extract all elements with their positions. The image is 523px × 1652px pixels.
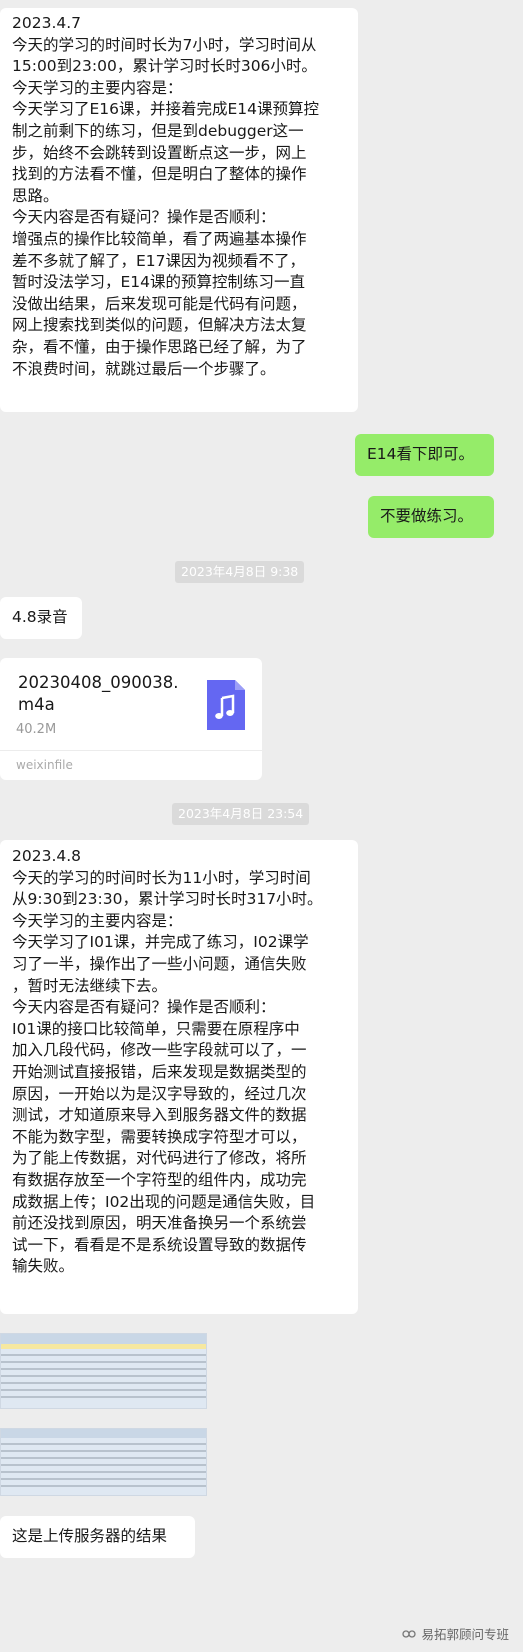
text-line: 找到的方法看不懂，但是明白了整体的操作 (12, 165, 307, 184)
watermark: 易拓郭顾问专班 (401, 1624, 509, 1643)
file-source: weixinfile (16, 758, 73, 772)
timestamp: 2023年4月8日 23:54 (172, 803, 310, 825)
text-line: 加入几段代码，修改一些字段就可以了，一 (12, 1041, 307, 1060)
message-text: 2023.4.7 今天的学习的时间时长为7小时，学习时间从 15:00到23:00，… (12, 13, 358, 380)
text-line: 不浪费时间，就跳过最后一个步骤了。 (12, 359, 276, 378)
reply-bubble-e14[interactable]: E14看下即可。 (355, 434, 494, 476)
text-line: I01课的接口比较简单，只需要在原程序中 (12, 1019, 300, 1038)
reply-text: 不要做练习。 (380, 507, 474, 526)
text-line: 从9:30到23:30，累计学习时长时317小时。 (12, 890, 323, 909)
text-line: 成数据上传；I02出现的问题是通信失败，目 (12, 1192, 316, 1211)
message-bubble-2023-4-7[interactable]: 2023.4.7 今天的学习的时间时长为7小时，学习时间从 15:00到23:00，… (0, 8, 358, 412)
text-line: 差不多就了解了，E17课因为视频看不了， (12, 251, 306, 270)
message-text: 2023.4.8 今天的学习的时间时长为11小时，学习时间 从9:30到23:30，… (12, 846, 358, 1278)
text-line: 制之前剩下的练习，但是到debugger这一 (12, 121, 304, 140)
message-text: 4.8录音 (12, 608, 68, 627)
reply-text: E14看下即可。 (367, 445, 475, 464)
text-line: 原因，一开始以为是汉字导致的，经过几次 (12, 1084, 307, 1103)
text-line: 杂，看不懂，由于操作思路已经了解，为了 (12, 337, 307, 356)
message-bubble-2023-4-8[interactable]: 2023.4.8 今天的学习的时间时长为11小时，学习时间 从9:30到23:30，… (0, 840, 358, 1314)
text-line: 不能为数字型，需要转换成字符型才可以， (12, 1127, 307, 1146)
file-size: 40.2M (16, 722, 57, 737)
text-line: 今天学习的主要内容是： (12, 911, 183, 930)
text-line: 2023.4.8 (12, 847, 82, 865)
message-bubble-recording[interactable]: 4.8录音 (0, 597, 82, 639)
text-line: 暂时没法学习，E14课的预算控制练习一直 (12, 273, 306, 292)
timestamp: 2023年4月8日 9:38 (175, 561, 305, 583)
text-line: 试一下，看看是不是系统设置导致的数据传 (12, 1235, 307, 1254)
text-line: 今天内容是否有疑问？操作是否顺利： (12, 208, 276, 227)
text-line: 增强点的操作比较简单，看了两遍基本操作 (12, 229, 307, 248)
music-note-icon (207, 680, 245, 730)
divider (0, 750, 262, 751)
text-line: 今天学习了I01课，并完成了练习，I02课学 (12, 933, 309, 952)
text-line: 步，始终不会跳转到设置断点这一步，网上 (12, 143, 307, 162)
text-line: 15:00到23:00，累计学习时长时306小时。 (12, 57, 317, 76)
text-line: 今天的学习的时间时长为7小时，学习时间从 (12, 35, 317, 54)
text-line: ，暂时无法继续下去。 (12, 976, 168, 995)
text-line: 有数据存放至一个字符型的组件内，成功完 (12, 1170, 307, 1189)
file-name: 20230408_090038. m4a (18, 673, 179, 714)
text-line: 网上搜索找到类似的问题，但解决方法太复 (12, 316, 307, 335)
text-line: 2023.4.7 (12, 14, 82, 32)
wechat-channel-icon (402, 1629, 417, 1638)
watermark-text: 易拓郭顾问专班 (421, 1627, 509, 1642)
text-line: 测试，才知道原来导入到服务器文件的数据 (12, 1106, 307, 1125)
message-text: 这是上传服务器的结果 (12, 1527, 168, 1546)
text-line: 为了能上传数据，对代码进行了修改，将所 (12, 1149, 307, 1168)
text-line: 开始测试直接报错，后来发现是数据类型的 (12, 1062, 307, 1081)
screenshot-thumbnail[interactable] (0, 1333, 207, 1409)
text-line: 今天学习的主要内容是： (12, 78, 183, 97)
reply-bubble-no-exercise[interactable]: 不要做练习。 (368, 496, 494, 538)
text-line: 前还没找到原因，明天准备换另一个系统尝 (12, 1214, 307, 1233)
screenshot-thumbnail[interactable] (0, 1428, 207, 1496)
text-line: 今天的学习的时间时长为11小时，学习时间 (12, 868, 311, 887)
text-line: 今天内容是否有疑问？操作是否顺利： (12, 998, 276, 1017)
message-bubble-upload-result[interactable]: 这是上传服务器的结果 (0, 1516, 195, 1558)
file-message-card[interactable]: 20230408_090038. m4a 40.2M weixinfile (0, 658, 262, 780)
text-line: 输失败。 (12, 1257, 75, 1276)
text-line: 习了一半，操作出了一些小问题，通信失败 (12, 954, 307, 973)
text-line: 思路。 (12, 186, 59, 205)
text-line: 今天学习了E16课，并接着完成E14课预算控 (12, 100, 320, 119)
text-line: 没做出结果，后来发现可能是代码有问题， (12, 294, 307, 313)
